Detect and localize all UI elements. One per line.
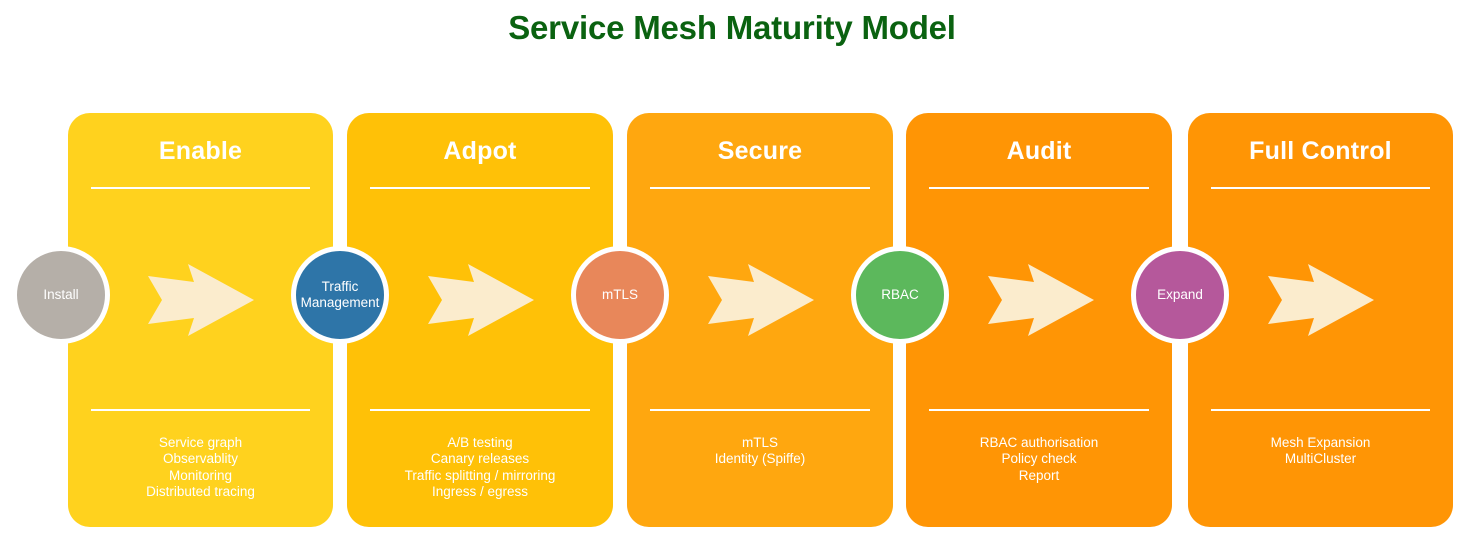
stage-item: Mesh Expansion <box>1270 435 1371 450</box>
stage-title: Secure <box>717 137 803 165</box>
milestone-install[interactable]: Install <box>12 246 110 344</box>
stage-divider-top <box>928 187 1150 189</box>
flow-arrow-icon <box>428 262 534 338</box>
milestone-traffic-management[interactable]: Traffic Management <box>291 246 389 344</box>
stage-divider-bottom <box>1210 409 1431 411</box>
stage-item: Observablity <box>162 451 239 467</box>
stage-item: Monitoring <box>168 467 233 483</box>
stage-divider-bottom <box>90 409 311 411</box>
stage-item-list: mTLS Identity (Spiffe) <box>627 435 893 468</box>
stage-divider-top <box>649 187 871 189</box>
stage-item: A/B testing <box>447 435 513 450</box>
stage-title: Full Control <box>1249 137 1392 165</box>
milestone-label: mTLS <box>601 287 638 302</box>
milestone-rbac[interactable]: RBAC <box>851 246 949 344</box>
page-title: Service Mesh Maturity Model <box>508 9 956 46</box>
flow-arrow-icon <box>708 262 814 338</box>
stage-divider-bottom <box>649 409 871 411</box>
stage-divider-top <box>1210 187 1431 189</box>
stage-divider-bottom <box>928 409 1150 411</box>
stage-item: RBAC authorisation <box>979 435 1099 450</box>
stage-item: Traffic splitting / mirroring <box>404 467 556 483</box>
stage-item-list: Service graph Observablity Monitoring Di… <box>68 435 333 500</box>
stage-item: Policy check <box>1001 451 1077 467</box>
milestone-label: Expand <box>1157 287 1203 302</box>
stage-title: Adpot <box>443 137 517 165</box>
flow-arrow-icon <box>988 262 1094 338</box>
flow-arrow-icon <box>148 262 254 338</box>
stage-item: mTLS <box>741 435 778 450</box>
milestone-label: Install <box>43 287 79 302</box>
stage-item-list: A/B testing Canary releases Traffic spli… <box>347 435 613 500</box>
stage-title: Enable <box>158 137 243 165</box>
stage-item: Distributed tracing <box>146 483 255 499</box>
stage-divider-top <box>90 187 311 189</box>
stage-item: Report <box>1018 467 1060 483</box>
stage-divider-top <box>369 187 591 189</box>
stage-item: Service graph <box>158 435 243 450</box>
milestone-label: RBAC <box>881 287 919 302</box>
milestone-expand[interactable]: Expand <box>1131 246 1229 344</box>
milestone-label: Traffic Management <box>300 279 380 310</box>
milestone-mtls[interactable]: mTLS <box>571 246 669 344</box>
stage-title: Audit <box>1006 137 1072 165</box>
stage-item: Ingress / egress <box>431 483 529 499</box>
stage-item-list: Mesh Expansion MultiCluster <box>1188 435 1453 468</box>
stage-divider-bottom <box>369 409 591 411</box>
stage-item: Identity (Spiffe) <box>714 451 806 467</box>
stage-item: Canary releases <box>430 451 530 467</box>
flow-arrow-icon <box>1268 262 1374 338</box>
stage-item-list: RBAC authorisation Policy check Report <box>906 435 1172 484</box>
stage-item: MultiCluster <box>1284 451 1357 467</box>
